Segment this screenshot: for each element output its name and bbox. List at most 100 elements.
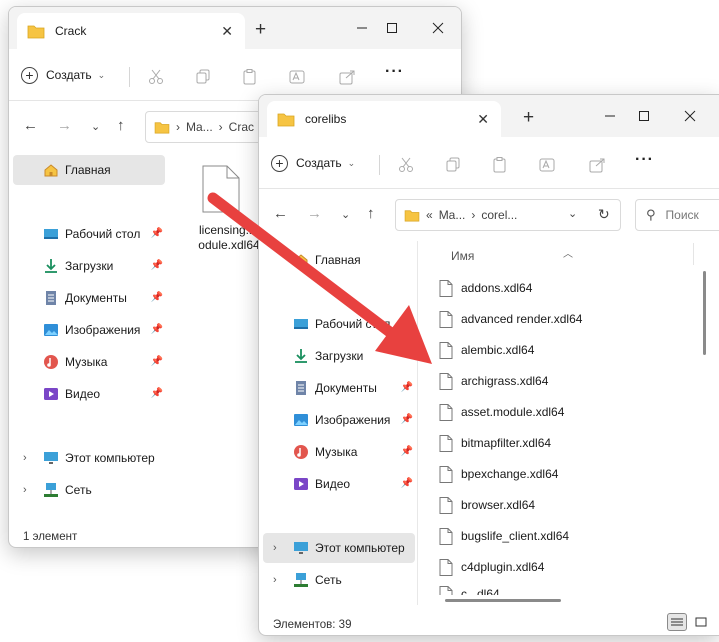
list-item[interactable]: browser.xdl64 [439, 492, 535, 518]
sidebar-item-this-pc[interactable]: › Этот компьютер [13, 443, 163, 473]
back-arrow-icon[interactable]: ← [273, 206, 288, 221]
sidebar-item-documents[interactable]: Документы 📌 [13, 283, 163, 313]
close-icon[interactable] [675, 103, 705, 129]
list-item[interactable]: bugslife_client.xdl64 [439, 523, 569, 549]
sidebar-item-videos[interactable]: Видео 📌 [263, 469, 413, 499]
pin-icon[interactable]: 📌 [151, 388, 163, 399]
cut-icon[interactable] [397, 157, 415, 173]
share-icon[interactable] [339, 69, 357, 85]
breadcrumb-item[interactable]: Ma... [186, 120, 213, 134]
copy-icon[interactable] [445, 157, 463, 173]
rename-icon[interactable] [289, 69, 307, 85]
file-item[interactable]: licensing.m odule.xdl64 [189, 165, 269, 265]
address-dropdown-icon[interactable]: ⌄ [568, 207, 577, 220]
pin-icon[interactable]: 📌 [401, 414, 413, 425]
minimize-icon[interactable] [347, 15, 377, 41]
list-item[interactable]: c4dplugin.xdl64 [439, 554, 544, 580]
forward-arrow-icon[interactable]: → [307, 206, 322, 221]
list-item-partial[interactable]: c...dl64 [439, 581, 639, 595]
address-bar[interactable]: « Ma... › corel... ⌄ ↻ [395, 199, 621, 231]
pin-icon[interactable]: 📌 [151, 260, 163, 271]
recent-chevron-icon[interactable]: ⌄ [341, 208, 350, 223]
pin-icon[interactable]: 📌 [151, 324, 163, 335]
maximize-icon[interactable] [629, 103, 659, 129]
breadcrumb-item[interactable]: corel... [481, 208, 517, 222]
tab-crack[interactable]: Crack ✕ [17, 13, 245, 49]
copy-icon[interactable] [195, 69, 213, 85]
paste-icon[interactable] [491, 157, 509, 173]
sidebar-item-videos[interactable]: Видео 📌 [13, 379, 163, 409]
recent-chevron-icon[interactable]: ⌄ [91, 120, 100, 135]
tab-close-icon[interactable]: ✕ [221, 24, 233, 38]
back-arrow-icon[interactable]: ← [23, 118, 38, 133]
sidebar-item-downloads[interactable]: Загрузки [263, 341, 413, 371]
list-item[interactable]: bpexchange.xdl64 [439, 461, 558, 487]
sidebar-item-pictures[interactable]: Изображения 📌 [13, 315, 163, 345]
pin-icon[interactable]: 📌 [151, 292, 163, 303]
expand-chevron-icon[interactable]: › [273, 574, 277, 586]
sidebar-item-pictures[interactable]: Изображения 📌 [263, 405, 413, 435]
search-box[interactable]: ⚲ Поиск [635, 199, 719, 231]
sidebar-item-network[interactable]: › Сеть [13, 475, 163, 505]
sidebar-item-downloads[interactable]: Загрузки 📌 [13, 251, 163, 281]
forward-arrow-icon[interactable]: → [57, 118, 72, 133]
pin-icon[interactable]: 📌 [151, 228, 163, 239]
maximize-icon[interactable] [377, 15, 407, 41]
sidebar-item-music[interactable]: Музыка 📌 [13, 347, 163, 377]
breadcrumb-separator: › [176, 120, 180, 134]
more-options-icon[interactable]: ··· [635, 151, 654, 169]
tab-corelibs[interactable]: corelibs ✕ [267, 101, 501, 137]
home-icon [44, 164, 58, 177]
horizontal-scrollbar[interactable] [445, 599, 561, 602]
sidebar-item-this-pc[interactable]: › Этот компьютер [263, 533, 415, 563]
pane-divider[interactable] [417, 241, 418, 605]
paste-icon[interactable] [241, 69, 259, 85]
sidebar-item-desktop[interactable]: Рабочий стол 📌 [13, 219, 163, 249]
file-name: c4dplugin.xdl64 [461, 560, 545, 574]
sidebar-item-home[interactable]: Главная [263, 245, 413, 275]
sidebar-item-label: Изображения [65, 323, 141, 337]
rename-icon[interactable] [539, 157, 557, 173]
pin-icon[interactable]: 📌 [401, 446, 413, 457]
pin-icon[interactable]: 📌 [151, 356, 163, 367]
new-tab-icon[interactable]: + [255, 20, 266, 39]
list-item[interactable]: asset.module.xdl64 [439, 399, 564, 425]
tiles-view-button[interactable] [691, 613, 711, 631]
expand-chevron-icon[interactable]: › [273, 542, 277, 554]
cut-icon[interactable] [147, 69, 165, 85]
refresh-icon[interactable]: ↻ [598, 206, 610, 223]
breadcrumb-item[interactable]: Crac [229, 120, 254, 134]
sidebar-item-home[interactable]: Главная [13, 155, 165, 185]
tab-close-icon[interactable]: ✕ [477, 112, 489, 126]
sidebar-item-network[interactable]: › Сеть [263, 565, 413, 595]
pin-icon[interactable]: 📌 [401, 478, 413, 489]
list-item[interactable]: addons.xdl64 [439, 275, 532, 301]
more-options-icon[interactable]: ··· [385, 63, 404, 81]
pin-icon[interactable]: 📌 [401, 382, 413, 393]
list-item[interactable]: alembic.xdl64 [439, 337, 534, 363]
breadcrumb-item[interactable]: Ma... [439, 208, 466, 222]
list-item[interactable]: advanced render.xdl64 [439, 306, 582, 332]
pin-icon[interactable]: 📌 [401, 318, 413, 329]
breadcrumb-overflow[interactable]: « [426, 208, 433, 222]
close-icon[interactable] [423, 15, 453, 41]
sidebar-item-documents[interactable]: Документы 📌 [263, 373, 413, 403]
new-button[interactable]: + Создать ⌄ [21, 63, 105, 87]
expand-chevron-icon[interactable]: › [23, 484, 27, 496]
file-icon [439, 527, 453, 545]
new-tab-icon[interactable]: + [523, 108, 534, 127]
share-icon[interactable] [589, 157, 607, 173]
up-arrow-icon[interactable]: ↑ [367, 206, 375, 221]
new-button[interactable]: + Создать ⌄ [271, 151, 355, 175]
sidebar-item-desktop[interactable]: Рабочий стол 📌 [263, 309, 413, 339]
up-arrow-icon[interactable]: ↑ [117, 118, 125, 133]
sidebar-item-label: Главная [65, 163, 111, 177]
list-item[interactable]: archigrass.xdl64 [439, 368, 548, 394]
minimize-icon[interactable] [595, 103, 625, 129]
vertical-scrollbar[interactable] [703, 271, 706, 355]
details-view-button[interactable] [667, 613, 687, 631]
list-item[interactable]: bitmapfilter.xdl64 [439, 430, 551, 456]
expand-chevron-icon[interactable]: › [23, 452, 27, 464]
column-header-name[interactable]: Имя [451, 249, 474, 263]
sidebar-item-music[interactable]: Музыка 📌 [263, 437, 413, 467]
